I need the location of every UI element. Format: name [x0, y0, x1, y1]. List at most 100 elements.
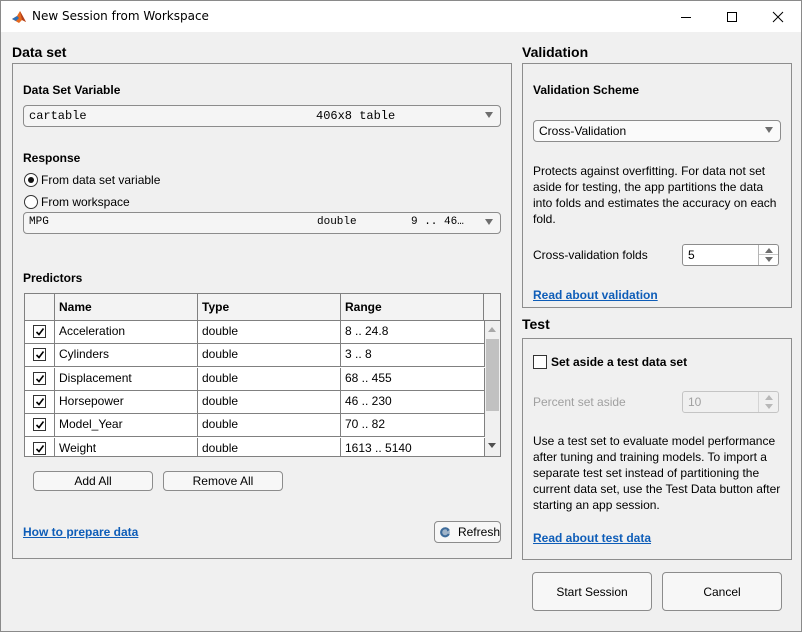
description-line: fold. — [533, 212, 556, 226]
column-header-type[interactable]: Type — [198, 294, 341, 320]
checkbox-checked-icon[interactable] — [33, 371, 46, 385]
cell-type: double — [198, 344, 341, 367]
predictors-label: Predictors — [23, 271, 83, 285]
table-row[interactable]: Cylinders double 3 .. 8 — [25, 344, 485, 368]
refresh-button[interactable]: Refresh — [434, 521, 501, 543]
cell-type: double — [198, 321, 341, 343]
test-section-title: Test — [522, 316, 550, 332]
cell-checkbox[interactable] — [25, 390, 55, 413]
description-line: aside for testing, the app partitions th… — [533, 180, 764, 194]
maximize-button[interactable] — [709, 1, 755, 32]
cv-folds-spinner[interactable]: 5 — [682, 244, 779, 266]
checkbox-checked-icon[interactable] — [33, 441, 46, 455]
table-row[interactable]: Acceleration double 8 .. 24.8 — [25, 321, 485, 344]
cell-checkbox[interactable] — [25, 367, 55, 390]
dataset-variable-dropdown[interactable]: cartable 406x8 table — [23, 105, 501, 127]
set-aside-test-label: Set aside a test data set — [551, 355, 688, 369]
spinner-buttons[interactable] — [758, 245, 778, 265]
radio-unselected-icon[interactable] — [24, 195, 38, 209]
scroll-down-icon[interactable] — [488, 443, 496, 448]
column-header-range[interactable]: Range — [341, 294, 484, 320]
predictors-table: Name Type Range Acceleration double 8 .. 2… — [24, 293, 501, 457]
response-name: MPG — [29, 216, 49, 228]
radio-selected-icon[interactable] — [24, 173, 38, 187]
description-line: separate test set instead of partitionin… — [533, 466, 760, 480]
validation-scheme-dropdown[interactable]: Cross-Validation — [533, 120, 781, 142]
description-line: after tuning and training models. To imp… — [533, 450, 767, 464]
cell-checkbox[interactable] — [25, 344, 55, 367]
close-button[interactable] — [755, 1, 801, 32]
scroll-up-icon[interactable] — [488, 327, 496, 332]
dataset-variable-label: Data Set Variable — [23, 83, 121, 97]
cv-folds-value[interactable]: 5 — [688, 248, 695, 262]
dataset-variable-name: cartable — [29, 109, 87, 123]
read-about-validation-link[interactable]: Read about validation — [533, 288, 658, 302]
description-line: Use a test set to evaluate model perform… — [533, 434, 776, 448]
cell-checkbox[interactable] — [25, 414, 55, 437]
table-row[interactable]: Weight double 1613 .. 5140 — [25, 437, 485, 456]
table-row[interactable]: Model_Year double 70 .. 82 — [25, 414, 485, 438]
read-about-test-data-link[interactable]: Read about test data — [533, 531, 651, 545]
cell-type: double — [198, 437, 341, 456]
table-row[interactable]: Horsepower double 46 .. 230 — [25, 390, 485, 414]
cell-type: double — [198, 414, 341, 437]
scroll-thumb[interactable] — [486, 339, 499, 411]
percent-set-aside-value[interactable]: 10 — [688, 395, 701, 409]
cancel-button[interactable]: Cancel — [662, 572, 782, 611]
cell-name: Model_Year — [55, 414, 198, 437]
minimize-button[interactable] — [663, 1, 709, 32]
cell-checkbox[interactable] — [25, 321, 55, 343]
radio-label: From workspace — [41, 195, 130, 209]
cell-range: 70 .. 82 — [341, 414, 485, 437]
remove-all-button[interactable]: Remove All — [163, 471, 283, 491]
add-all-button[interactable]: Add All — [33, 471, 153, 491]
spinner-up-icon[interactable] — [765, 395, 773, 400]
description-line: starting an app session. — [533, 498, 660, 512]
table-row[interactable]: Displacement double 68 .. 455 — [25, 367, 485, 391]
cell-range: 1613 .. 5140 — [341, 437, 485, 456]
cell-checkbox[interactable] — [25, 437, 55, 456]
checkbox-checked-icon[interactable] — [33, 348, 46, 362]
chevron-down-icon — [765, 127, 773, 133]
refresh-label: Refresh — [457, 525, 500, 539]
dataset-section-title: Data set — [12, 44, 67, 60]
checkbox-checked-icon[interactable] — [33, 418, 46, 432]
dataset-variable-info: 406x8 table — [316, 109, 396, 123]
validation-section-title: Validation — [522, 44, 589, 60]
validation-description: Protects against overfitting. For data n… — [533, 163, 783, 227]
checkbox-checked-icon[interactable] — [33, 394, 46, 408]
refresh-icon — [439, 527, 450, 538]
title-bar: New Session from Workspace — [1, 1, 801, 32]
how-to-prepare-data-link[interactable]: How to prepare data — [23, 525, 138, 539]
spinner-down-icon[interactable] — [765, 404, 773, 409]
spinner-down-icon[interactable] — [765, 257, 773, 262]
column-header-check[interactable] — [25, 294, 55, 320]
description-line: Protects against overfitting. For data n… — [533, 164, 766, 178]
response-type: double — [317, 216, 357, 228]
cell-range: 3 .. 8 — [341, 344, 485, 367]
start-session-button[interactable]: Start Session — [532, 572, 652, 611]
spinner-divider — [759, 254, 778, 255]
spinner-up-icon[interactable] — [765, 248, 773, 253]
description-line: current data set, use the Test Data butt… — [533, 482, 781, 496]
minimize-icon — [681, 16, 691, 18]
checkbox-checked-icon[interactable] — [33, 325, 46, 338]
percent-set-aside-label: Percent set aside — [533, 395, 626, 409]
response-range: 9 .. 46… — [411, 216, 464, 228]
checkbox-unchecked-icon[interactable] — [533, 355, 547, 369]
cell-name: Weight — [55, 437, 198, 456]
cell-range: 8 .. 24.8 — [341, 321, 485, 343]
spinner-buttons[interactable] — [758, 392, 778, 412]
percent-set-aside-spinner[interactable]: 10 — [682, 391, 779, 413]
cell-name: Acceleration — [55, 321, 198, 343]
column-header-name[interactable]: Name — [55, 294, 198, 320]
table-scrollbar[interactable] — [485, 321, 500, 456]
test-description: Use a test set to evaluate model perform… — [533, 433, 788, 513]
table-header: Name Type Range — [25, 294, 500, 321]
response-dropdown[interactable]: MPG double 9 .. 46… — [23, 212, 501, 234]
cell-type: double — [198, 390, 341, 413]
chevron-down-icon — [485, 219, 493, 225]
validation-scheme-label: Validation Scheme — [533, 83, 640, 97]
cell-name: Horsepower — [55, 390, 198, 413]
close-icon — [772, 11, 784, 22]
